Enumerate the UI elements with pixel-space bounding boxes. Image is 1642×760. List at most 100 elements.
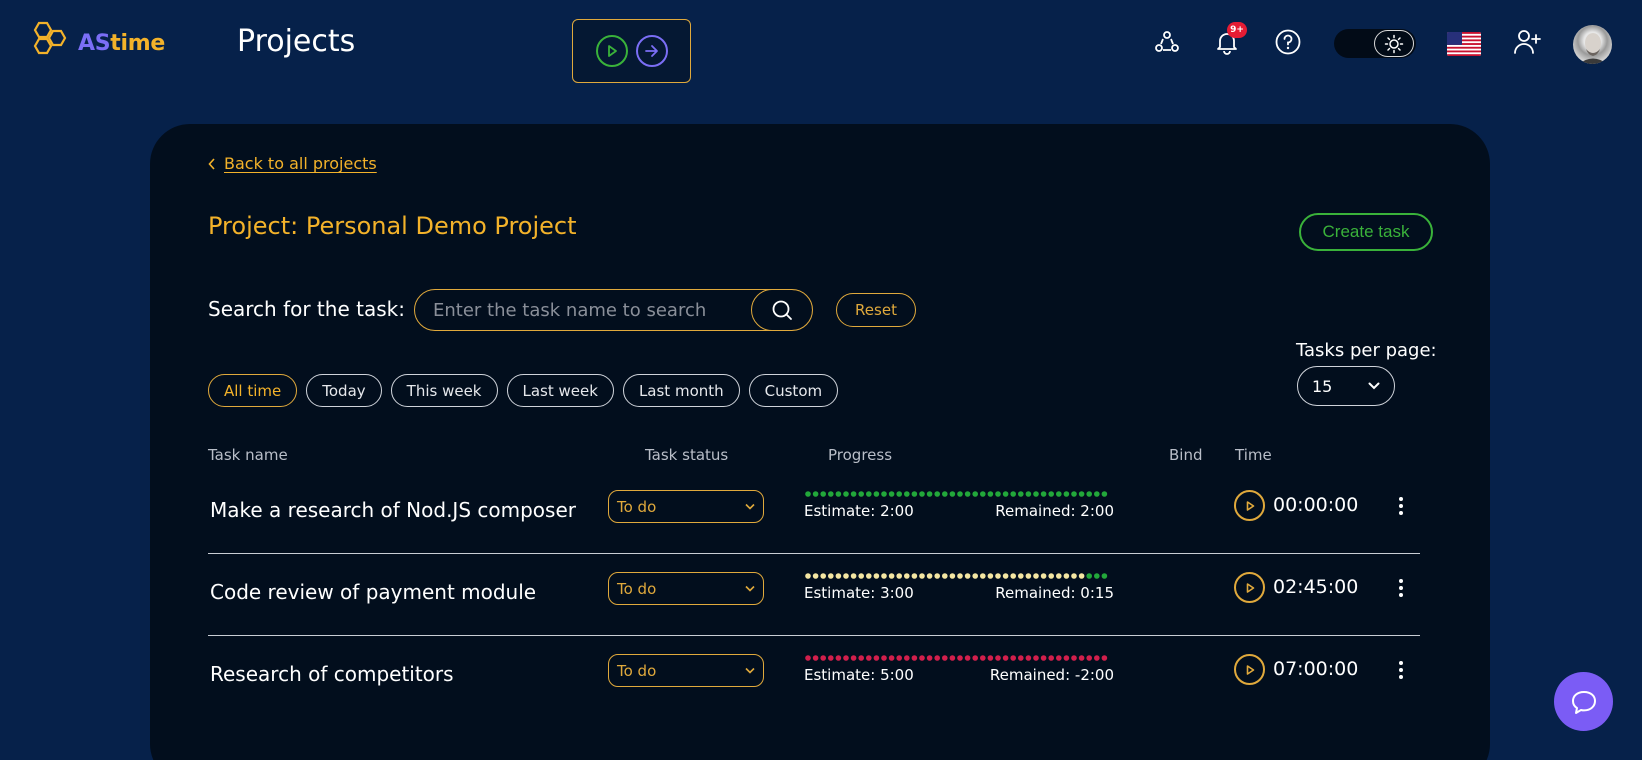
task-status-select[interactable]: To do [608, 654, 764, 687]
help-button[interactable] [1272, 26, 1304, 58]
avatar-photo-icon [1579, 33, 1607, 64]
kebab-dot [1399, 504, 1403, 508]
filter-today[interactable]: Today [306, 374, 382, 407]
progress-dot [942, 573, 948, 579]
progress-dot [1025, 573, 1032, 579]
notifications-button[interactable]: 9+ [1211, 22, 1247, 58]
progress-dot [987, 491, 994, 497]
theme-toggle[interactable] [1334, 29, 1416, 58]
open-timer-button[interactable] [635, 35, 668, 67]
start-timer-button[interactable] [595, 35, 628, 67]
back-link-label: Back to all projects [224, 154, 377, 173]
chevron-down-icon [745, 667, 755, 674]
chevron-down-icon [745, 585, 755, 592]
astime-logo[interactable]: AStime [26, 20, 165, 66]
task-play-button[interactable] [1234, 654, 1265, 685]
estimate-label: Estimate: 3:00 [804, 584, 914, 602]
kebab-dot [1399, 675, 1403, 679]
task-status-select[interactable]: To do [608, 572, 764, 605]
back-to-projects-link[interactable]: Back to all projects [208, 154, 377, 173]
create-task-button[interactable]: Create task [1299, 213, 1433, 251]
progress-dot [957, 573, 963, 579]
user-avatar[interactable] [1573, 25, 1612, 64]
task-time: 00:00:00 [1273, 494, 1359, 516]
progress-dot [995, 655, 1001, 661]
language-selector[interactable] [1447, 32, 1481, 56]
progress-dot [866, 491, 872, 497]
kebab-dot [1399, 497, 1403, 501]
tasks-per-page-label: Tasks per page: [1296, 340, 1437, 361]
progress-dot [1063, 491, 1070, 497]
kebab-dot [1399, 579, 1403, 583]
progress-dot [896, 573, 902, 579]
progress-dot [987, 573, 994, 579]
progress-dot [1101, 573, 1108, 579]
progress-dot [980, 655, 986, 661]
progress-dot [942, 491, 948, 497]
task-status-select[interactable]: To do [608, 490, 764, 523]
progress-dot [980, 573, 986, 579]
filter-last-month[interactable]: Last month [622, 374, 740, 407]
progress-dot [820, 573, 826, 579]
logo-prefix: AS [78, 30, 111, 56]
task-progress: Estimate: 2:00 Remained: 2:00 [804, 490, 1114, 520]
task-status-value: To do [617, 497, 657, 516]
progress-dot [873, 655, 880, 661]
task-name[interactable]: Make a research of Nod.JS composer [210, 498, 576, 522]
progress-dot [858, 491, 864, 497]
progress-dot [1033, 655, 1039, 661]
search-button[interactable] [751, 290, 812, 330]
reset-button[interactable]: Reset [836, 293, 916, 327]
progress-dot [1025, 491, 1032, 497]
row-menu-button[interactable] [1394, 658, 1408, 682]
support-chat-button[interactable] [1554, 672, 1613, 731]
search-icon [772, 300, 792, 320]
progress-dot [1018, 655, 1024, 661]
filter-this-week[interactable]: This week [390, 374, 498, 407]
filter-last-week[interactable]: Last week [506, 374, 614, 407]
period-filters: All time Today This week Last week Last … [208, 374, 839, 407]
chevron-down-icon [745, 503, 755, 510]
play-icon [1246, 582, 1254, 593]
chevron-left-icon [208, 157, 215, 170]
task-name[interactable]: Code review of payment module [210, 580, 536, 604]
progress-dot [820, 491, 826, 497]
task-name[interactable]: Research of competitors [210, 662, 454, 686]
progress-dot [1056, 491, 1062, 497]
column-header-task-name: Task name [208, 446, 288, 464]
invite-user-button[interactable] [1511, 26, 1543, 58]
task-play-button[interactable] [1234, 490, 1265, 521]
task-search-input[interactable] [415, 290, 751, 330]
us-flag-icon [1447, 32, 1481, 56]
progress-dot [919, 573, 925, 579]
progress-dot [934, 491, 940, 497]
add-user-icon [1514, 30, 1541, 54]
honeycomb-logo-icon [33, 21, 67, 55]
progress-dot [1048, 491, 1054, 497]
task-play-button[interactable] [1234, 572, 1265, 603]
progress-dot [1094, 491, 1100, 497]
filter-all-time[interactable]: All time [208, 374, 298, 407]
progress-dot [942, 655, 948, 661]
progress-dot [1078, 491, 1085, 497]
progress-dot [828, 491, 834, 497]
progress-dot [949, 491, 956, 497]
row-menu-button[interactable] [1394, 494, 1408, 518]
tasks-per-page-select[interactable]: 15 [1297, 366, 1395, 406]
progress-dot [904, 491, 910, 497]
progress-dot [926, 655, 933, 661]
filter-custom[interactable]: Custom [748, 374, 839, 407]
progress-dot [1056, 573, 1062, 579]
task-time: 07:00:00 [1273, 658, 1359, 680]
progress-dot [1063, 655, 1070, 661]
row-menu-button[interactable] [1394, 576, 1408, 600]
progress-dots [805, 491, 1108, 497]
progress-dot [1094, 573, 1100, 579]
progress-dot [964, 655, 971, 661]
progress-dot [1101, 491, 1108, 497]
team-button[interactable] [1151, 26, 1183, 58]
progress-dot [987, 655, 994, 661]
progress-dot [835, 655, 842, 661]
progress-dot [858, 573, 864, 579]
progress-dot [1040, 573, 1047, 579]
